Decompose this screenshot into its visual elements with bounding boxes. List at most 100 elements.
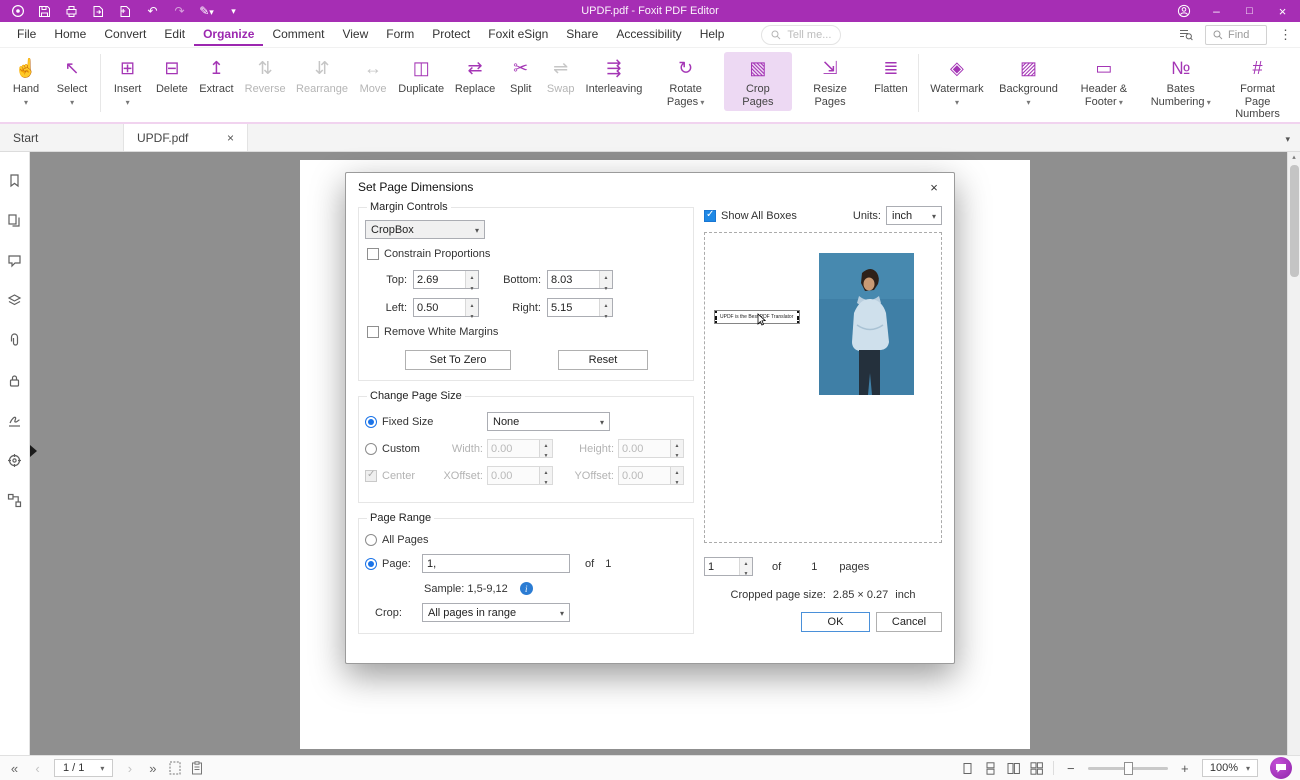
export-pdf-icon[interactable] — [91, 4, 106, 19]
save-icon[interactable] — [37, 4, 52, 19]
tool-bates-numbering[interactable]: № Bates Numbering — [1142, 52, 1219, 111]
tool-select[interactable]: ↖ Select — [48, 52, 96, 111]
spinner-buttons[interactable] — [670, 467, 683, 484]
crop-scope-select[interactable]: All pages in range — [422, 603, 570, 622]
panel-expand-handle[interactable] — [30, 445, 37, 457]
tell-me-search[interactable]: Tell me... — [761, 25, 841, 45]
tab-updf-pdf[interactable]: UPDF.pdf — [124, 124, 248, 151]
last-page-button[interactable] — [146, 762, 159, 775]
tool-format-page-numbers[interactable]: # Format Page Numbers — [1219, 52, 1296, 124]
set-to-zero-button[interactable]: Set To Zero — [405, 350, 511, 370]
menu-convert[interactable]: Convert — [95, 23, 155, 46]
close-button[interactable] — [1275, 4, 1290, 19]
spin-up-icon[interactable] — [466, 299, 478, 310]
bookmarks-panel-button[interactable] — [7, 172, 23, 188]
previous-page-button[interactable] — [31, 762, 44, 775]
spinner-buttons[interactable] — [465, 271, 478, 288]
spin-down-icon[interactable] — [466, 282, 478, 293]
spin-up-icon[interactable] — [540, 467, 552, 477]
dialog-close-icon[interactable] — [926, 180, 942, 195]
pen-tool-icon[interactable] — [199, 4, 214, 19]
tool-reverse[interactable]: ⇅ Reverse — [239, 52, 291, 99]
tool-interleaving[interactable]: ⇶ Interleaving — [581, 52, 648, 99]
spin-down-icon[interactable] — [540, 477, 552, 487]
next-page-button[interactable] — [123, 762, 136, 775]
more-options-icon[interactable] — [1279, 27, 1292, 43]
comments-panel-button[interactable] — [7, 252, 23, 268]
share-panel-button[interactable] — [7, 492, 23, 508]
minimize-button[interactable] — [1209, 4, 1224, 19]
dialog-header[interactable]: Set Page Dimensions — [346, 173, 954, 201]
tool-background[interactable]: ▨ Background — [992, 52, 1066, 111]
layers-panel-button[interactable] — [7, 292, 23, 308]
tool-swap[interactable]: ⇌ Swap — [541, 52, 581, 99]
left-margin-input[interactable] — [413, 298, 479, 317]
first-page-button[interactable] — [8, 762, 21, 775]
vertical-scrollbar[interactable]: ▴ — [1287, 152, 1300, 755]
facing-view-button[interactable] — [1007, 762, 1020, 775]
undo-icon[interactable] — [145, 4, 160, 19]
continuous-view-button[interactable] — [984, 762, 997, 775]
spinner-buttons[interactable] — [670, 440, 683, 457]
clipboard-button[interactable] — [191, 761, 203, 775]
box-type-select[interactable]: CropBox — [365, 220, 485, 239]
document-canvas[interactable]: Set Page Dimensions Margin Controls Crop… — [30, 152, 1287, 755]
new-page-icon[interactable] — [118, 4, 133, 19]
spin-down-icon[interactable] — [600, 282, 612, 293]
app-logo-icon[interactable] — [10, 4, 25, 19]
spin-down-icon[interactable] — [600, 310, 612, 321]
menu-edit[interactable]: Edit — [155, 23, 194, 46]
fixed-size-radio[interactable]: Fixed Size — [365, 416, 487, 428]
yoffset-input[interactable] — [618, 466, 684, 485]
single-page-view-button[interactable] — [961, 762, 974, 775]
spinner-buttons[interactable] — [739, 558, 752, 575]
tool-hand[interactable]: ☝ Hand — [4, 52, 48, 111]
crop-preview[interactable]: UPDF is the Best PDF Translator — [704, 232, 942, 543]
reset-button[interactable]: Reset — [558, 350, 648, 370]
advanced-search-icon[interactable] — [1179, 28, 1193, 41]
spin-down-icon[interactable] — [671, 477, 683, 487]
remove-white-margins-checkbox[interactable]: Remove White Margins — [367, 326, 685, 338]
menu-share[interactable]: Share — [557, 23, 607, 46]
selection-handle[interactable] — [797, 316, 800, 320]
ok-button[interactable]: OK — [801, 612, 870, 632]
spin-up-icon[interactable] — [671, 467, 683, 477]
width-value[interactable] — [488, 440, 539, 457]
menu-foxit-esign[interactable]: Foxit eSign — [479, 23, 557, 46]
account-icon[interactable] — [1176, 4, 1191, 19]
ai-assistant-button[interactable] — [1270, 757, 1292, 779]
snapshot-button[interactable] — [169, 761, 181, 775]
top-margin-input[interactable] — [413, 270, 479, 289]
fixed-size-select[interactable]: None — [487, 412, 610, 431]
menu-view[interactable]: View — [333, 23, 377, 46]
page-range-input[interactable] — [422, 554, 570, 573]
spin-up-icon[interactable] — [671, 440, 683, 450]
spinner-buttons[interactable] — [465, 299, 478, 316]
spinner-buttons[interactable] — [599, 299, 612, 316]
page-thumbnails-panel-button[interactable] — [7, 212, 23, 228]
tool-resize-pages[interactable]: ⇲ Resize Pages — [792, 52, 869, 111]
selection-handle[interactable] — [714, 321, 717, 324]
info-icon[interactable] — [520, 582, 533, 595]
center-checkbox[interactable]: Center — [365, 470, 439, 482]
tool-header-footer[interactable]: ▭ Header & Footer — [1066, 52, 1143, 111]
constrain-proportions-checkbox[interactable]: Constrain Proportions — [367, 248, 685, 260]
tab-close-icon[interactable] — [227, 131, 234, 145]
zoom-level-select[interactable]: 100% — [1202, 759, 1258, 777]
selection-handle[interactable] — [714, 316, 717, 320]
menu-file[interactable]: File — [8, 23, 45, 46]
scrollbar-thumb[interactable] — [1290, 165, 1299, 277]
tab-start[interactable]: Start — [0, 124, 124, 151]
zoom-out-button[interactable] — [1064, 762, 1078, 775]
spin-down-icon[interactable] — [466, 310, 478, 321]
bottom-margin-input[interactable] — [547, 270, 613, 289]
tool-rearrange[interactable]: ⇵ Rearrange — [291, 52, 353, 99]
find-input[interactable]: Find — [1205, 25, 1267, 45]
top-value[interactable] — [414, 271, 465, 288]
tool-crop-pages[interactable]: ▧ Crop Pages — [724, 52, 792, 111]
facing-continuous-view-button[interactable] — [1030, 762, 1043, 775]
preview-page-value[interactable] — [705, 558, 739, 575]
tool-replace[interactable]: ⇄ Replace — [449, 52, 500, 99]
menu-organize[interactable]: Organize — [194, 23, 263, 46]
cancel-button[interactable]: Cancel — [876, 612, 942, 632]
